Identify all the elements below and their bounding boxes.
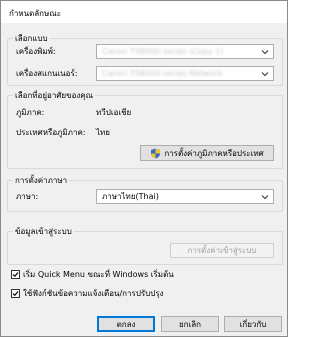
- region-label: ภูมิภาค:: [16, 108, 45, 117]
- ok-label: ตกลง: [116, 319, 136, 329]
- startup-checkbox[interactable]: [11, 270, 20, 279]
- region-settings-label: การตั้งค่าภูมิภาคหรือประเทศ: [164, 148, 264, 158]
- checkmark-icon: [12, 272, 19, 278]
- scanner-select[interactable]: Canon TS8000 series Network: [96, 66, 274, 81]
- region-value: ทวีปเอเชีย: [96, 108, 132, 117]
- language-label: ภาษา:: [16, 192, 39, 201]
- country-label: ประเทศหรือภูมิภาค:: [16, 128, 86, 137]
- select-device-group: เลือกแบบ เครื่องพิมพ์: Canon TS8000 seri…: [7, 33, 283, 86]
- ok-button[interactable]: ตกลง: [97, 316, 155, 332]
- login-settings-label: การตั้งค่าเข้าสู่ระบบ: [187, 246, 257, 255]
- preferences-dialog: กำหนดลักษณะ เลือกแบบ เครื่องพิมพ์: Canon…: [0, 0, 288, 337]
- scanner-value: Canon TS8000 series Network: [102, 69, 223, 78]
- region-group-label: เลือกที่อยู่อาศัยของคุณ: [13, 90, 96, 101]
- language-group: การตั้งค่าภาษา ภาษา: ภาษาไทย(Thai): [7, 175, 283, 212]
- printer-value: Canon TS8000 series (Copy 1): [102, 47, 224, 56]
- about-button[interactable]: เกี่ยวกับ: [224, 316, 282, 332]
- select-device-group-label: เลือกแบบ: [13, 33, 50, 44]
- startup-label[interactable]: เริ่ม Quick Menu ขณะที่ Windows เริ่มต้น: [23, 270, 174, 280]
- language-group-label: การตั้งค่าภาษา: [13, 175, 70, 186]
- about-label: เกี่ยวกับ: [239, 319, 267, 329]
- login-group: ข้อมูลเข้าสู่ระบบ การตั้งค่าเข้าสู่ระบบ: [7, 226, 283, 265]
- cancel-button[interactable]: ยกเลิก: [161, 316, 219, 332]
- dialog-body: เลือกแบบ เครื่องพิมพ์: Canon TS8000 seri…: [1, 23, 287, 336]
- chevron-down-icon: [261, 50, 269, 55]
- checkmark-icon: [12, 291, 19, 297]
- chevron-down-icon: [261, 72, 269, 77]
- shield-icon: [151, 148, 161, 158]
- notify-checkbox[interactable]: [11, 289, 20, 298]
- login-settings-button[interactable]: การตั้งค่าเข้าสู่ระบบ: [170, 243, 274, 258]
- region-group: เลือกที่อยู่อาศัยของคุณ ภูมิภาค: ทวีปเอเ…: [7, 90, 283, 169]
- region-settings-button[interactable]: การตั้งค่าภูมิภาคหรือประเทศ: [140, 145, 274, 161]
- printer-label: เครื่องพิมพ์:: [16, 47, 56, 56]
- language-select[interactable]: ภาษาไทย(Thai): [96, 189, 274, 204]
- login-group-label: ข้อมูลเข้าสู่ระบบ: [13, 226, 74, 237]
- window-title: กำหนดลักษณะ: [9, 9, 62, 18]
- country-value: ไทย: [96, 128, 110, 137]
- chevron-down-icon: [261, 195, 269, 200]
- cancel-label: ยกเลิก: [178, 319, 201, 329]
- scanner-label: เครื่องสแกนเนอร์:: [16, 69, 78, 78]
- printer-select[interactable]: Canon TS8000 series (Copy 1): [96, 44, 274, 59]
- language-value: ภาษาไทย(Thai): [102, 192, 159, 201]
- title-bar: กำหนดลักษณะ: [1, 1, 287, 23]
- notify-label[interactable]: ใช้ฟังก์ชันข้อความแจ้งเตือน/การปรับปรุง: [23, 289, 164, 299]
